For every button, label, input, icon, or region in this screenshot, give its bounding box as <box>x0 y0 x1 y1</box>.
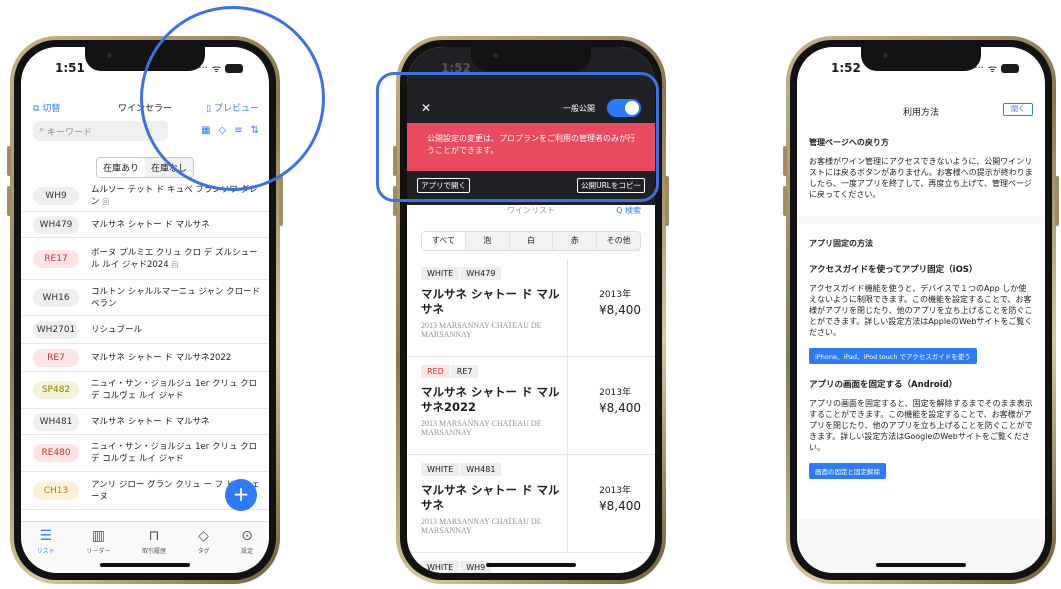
filter-other[interactable]: その他 <box>596 232 640 250</box>
wine-list: WH9 ムルソー テット ド キュベ フランソワ ダレン 回 WH479 マルサ… <box>21 181 269 510</box>
search-icon: ⌕ <box>39 125 45 135</box>
list-item[interactable]: WHITE WH479 マルサネ シャトー ド マルサネ 2013 MARSANN… <box>407 259 655 357</box>
wine-price: ¥8,400 <box>599 401 641 415</box>
plus-icon: + <box>232 482 250 506</box>
battery-icon <box>1001 63 1019 73</box>
stock-mark: 回 <box>171 260 179 269</box>
close-button[interactable]: 閉く <box>1003 103 1033 116</box>
table-row[interactable]: SP482 ニュイ・サン・ジョルジュ 1er クリュ クロ デ コルヴェ ルイ … <box>21 372 269 409</box>
table-row[interactable]: RE17 ボーヌ プルミエ クリュ クロ デ ズルシュール ルイ ジャド2024… <box>21 238 269 280</box>
status-time: 1:52 <box>831 61 861 75</box>
subsection-heading-android: アプリの画面を固定する（Android） <box>809 380 958 390</box>
home-indicator <box>100 563 190 567</box>
filter-sparkling[interactable]: 泡 <box>464 232 509 250</box>
wine-price: ¥8,400 <box>599 303 641 317</box>
wine-price: ¥8,400 <box>599 499 641 513</box>
wine-code-badge: RE480 <box>33 444 79 462</box>
section-text: お客様がワイン管理にアクセスできないように、公開ワインリストには戻るボタンがあり… <box>809 157 1033 199</box>
list-item[interactable]: WHITE WH481 マルサネ シャトー ド マルサネ 2013 MARSANN… <box>407 455 655 553</box>
home-indicator <box>486 563 576 567</box>
wine-code-badge: RE7 <box>33 348 79 367</box>
screen-usage-guide: 1:52 ··· ᯤ 利用方法 閉く 管理ページへの戻り方 お客様がワイン管理にア… <box>797 47 1045 573</box>
wine-name: ボーヌ プルミエ クリュ クロ デ ズルシュール ルイ ジャド2024 回 <box>91 247 258 270</box>
table-row[interactable]: WH481 マルサネ シャトー ド マルサネ <box>21 409 269 435</box>
wine-vintage: 2013年 <box>599 486 631 496</box>
highlight-circle <box>140 6 325 191</box>
wine-code-badge: WH481 <box>33 412 79 431</box>
section-heading: 管理ページへの戻り方 <box>809 138 889 147</box>
wifi-icon: ᯤ <box>987 64 997 75</box>
wine-name: マルサネ シャトー ド マルサネ <box>91 416 210 427</box>
list-item[interactable]: RED RE7 マルサネ シャトー ド マルサネ2022 2013 MARSANN… <box>407 357 655 455</box>
list-title: ワインリスト <box>507 206 555 215</box>
segment-in-stock[interactable]: 在庫あり <box>96 158 145 177</box>
wine-code-badge: WH9 <box>33 187 79 205</box>
table-row[interactable]: WH479 マルサネ シャトー ド マルサネ <box>21 212 269 238</box>
tab-tags[interactable]: ◇ タグ <box>198 528 210 573</box>
filter-red[interactable]: 赤 <box>552 232 596 250</box>
wine-type-tag: WHITE <box>421 463 461 476</box>
table-row[interactable]: WH16 コルトン シャルルマーニュ ジャン クロード ベラン <box>21 280 269 316</box>
public-wine-list: WHITE WH479 マルサネ シャトー ド マルサネ 2013 MARSANN… <box>407 259 655 573</box>
phone-frame-usage-guide: 1:52 ··· ᯤ 利用方法 閉く 管理ページへの戻り方 お客様がワイン管理にア… <box>783 36 1059 584</box>
filter-white[interactable]: 白 <box>508 232 553 250</box>
wine-code-tag: WH479 <box>460 267 503 280</box>
list-icon: ☰ <box>39 528 53 544</box>
guide-content: 管理ページへの戻り方 お客様がワイン管理にアクセスできないように、公開ワインリス… <box>797 123 1045 573</box>
tray-icon: ⊓ <box>148 528 160 544</box>
wine-name: リシュブール <box>91 324 143 335</box>
wine-code-badge: WH2701 <box>33 320 79 339</box>
table-row[interactable]: RE480 ニュイ・サン・ジョルジュ 1er クリュ クロ デ コルヴェ ルイ … <box>21 435 269 472</box>
section-app-pinning: アプリ固定の方法 アクセスガイドを使ってアプリ固定（iOS） アクセスガイド機能… <box>797 224 1045 519</box>
home-indicator <box>876 563 966 567</box>
wine-code-badge: SP482 <box>33 381 79 399</box>
wine-vintage: 2013年 <box>599 388 631 398</box>
tab-settings[interactable]: ⊙ 設定 <box>241 528 253 573</box>
wine-name: マルサネ シャトー ド マルサネ <box>421 483 560 512</box>
wine-name: マルサネ シャトー ド マルサネ2022 <box>421 385 560 414</box>
wine-type-tag: WHITE <box>421 267 461 280</box>
wine-name: マルサネ シャトー ド マルサネ2022 <box>91 352 232 363</box>
wine-code-tag: WH481 <box>460 463 503 476</box>
wine-type-tag: RED <box>421 365 451 378</box>
search-link[interactable]: Q 検索 <box>616 205 641 216</box>
highlight-rectangle <box>376 72 659 202</box>
wine-name: マルサネ シャトー ド マルサネ <box>91 219 210 230</box>
wine-name-english: 2013 MARSANNAY CHATEAU DE MARSANNAY <box>421 419 542 437</box>
tab-list[interactable]: ☰ リスト <box>37 528 55 573</box>
guided-access-link[interactable]: iPhone、iPad、iPod touch でアクセスガイドを使う <box>809 348 977 364</box>
wine-code-badge: WH16 <box>33 288 79 307</box>
subsection-text-android: アプリの画面を固定すると、固定を解除するまでそのまま表示することができます。この… <box>809 399 1033 452</box>
more-icon: ⊙ <box>241 528 254 544</box>
wine-name: コルトン シャルルマーニュ ジャン クロード ベラン <box>91 286 261 309</box>
subsection-text-ios: アクセスガイド機能を使うと、デバイスで１つのApp しか使えないように制限できま… <box>809 284 1033 337</box>
wine-type-tag: WHITE <box>421 561 461 573</box>
wine-name-english: 2013 MARSANNAY CHATEAU DE MARSANNAY <box>421 517 542 535</box>
wine-code-badge: RE17 <box>33 249 79 268</box>
section-return-to-admin: 管理ページへの戻り方 お客様がワイン管理にアクセスできないように、公開ワインリス… <box>797 123 1045 216</box>
tag-icon: ◇ <box>198 528 209 544</box>
wine-code-tag: RE7 <box>450 365 480 378</box>
filter-all[interactable]: すべて <box>422 232 465 250</box>
wine-name: マルサネ シャトー ド マルサネ <box>421 287 560 316</box>
wine-code-badge: CH13 <box>33 481 79 500</box>
wine-vintage: 2013年 <box>599 290 631 300</box>
category-filter: すべて 泡 白 赤 その他 <box>421 231 641 251</box>
wine-code-badge: WH479 <box>33 215 79 234</box>
list-header: ワインリスト Q 検索 <box>407 205 655 216</box>
barcode-icon: ▥ <box>91 528 105 544</box>
screen-pinning-link[interactable]: 画面の固定と固定解除 <box>809 463 886 479</box>
wine-name: ニュイ・サン・ジョルジュ 1er クリュ クロ デ コルヴェ ルイ ジャド <box>91 442 258 464</box>
section-heading: アプリ固定の方法 <box>809 239 873 248</box>
wine-name-english: 2013 MARSANNAY CHATEAU DE MARSANNAY <box>421 321 542 339</box>
search-placeholder: キーワード <box>47 128 93 138</box>
wine-name: ニュイ・サン・ジョルジュ 1er クリュ クロ デ コルヴェ ルイ ジャド <box>91 379 258 401</box>
subsection-heading-ios: アクセスガイドを使ってアプリ固定（iOS） <box>809 265 978 275</box>
navigation-bar: 利用方法 閉く <box>797 99 1045 119</box>
add-wine-button[interactable]: + <box>225 479 257 511</box>
status-time: 1:51 <box>55 61 85 75</box>
table-row[interactable]: RE7 マルサネ シャトー ド マルサネ2022 <box>21 344 269 372</box>
table-row[interactable]: WH2701 リシュブール <box>21 316 269 344</box>
stock-mark: 回 <box>102 198 110 206</box>
